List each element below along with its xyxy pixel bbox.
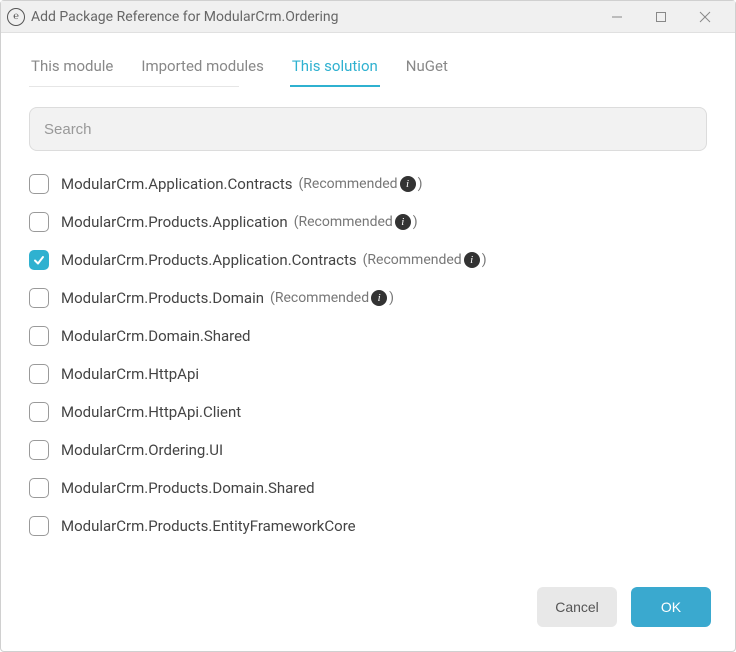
cancel-button[interactable]: Cancel [537, 587, 617, 627]
search-container [1, 87, 735, 165]
package-row[interactable]: ModularCrm.Products.EntityFrameworkCore [29, 507, 703, 545]
checkmark-icon [33, 254, 45, 266]
tab-nuget[interactable]: NuGet [404, 51, 450, 87]
package-checkbox[interactable] [29, 478, 49, 498]
maximize-button[interactable] [639, 3, 683, 31]
package-row[interactable]: ModularCrm.Ordering.UI [29, 431, 703, 469]
search-input[interactable] [29, 107, 707, 151]
close-button[interactable] [683, 3, 727, 31]
package-list-container: ModularCrm.Application.Contracts (Recomme… [29, 165, 715, 569]
package-checkbox[interactable] [29, 288, 49, 308]
package-row[interactable]: ModularCrm.Application.Contracts (Recomme… [29, 165, 703, 203]
package-name: ModularCrm.HttpApi [61, 365, 199, 383]
info-icon[interactable]: i [395, 214, 411, 230]
recommended-badge: (Recommended i) [298, 176, 422, 192]
package-checkbox[interactable] [29, 402, 49, 422]
minimize-button[interactable] [595, 3, 639, 31]
package-name: ModularCrm.Products.Application.Contract… [61, 251, 357, 269]
package-checkbox[interactable] [29, 212, 49, 232]
package-list[interactable]: ModularCrm.Application.Contracts (Recomme… [29, 165, 715, 569]
package-checkbox[interactable] [29, 326, 49, 346]
package-name: ModularCrm.Ordering.UI [61, 441, 223, 459]
info-icon[interactable]: i [400, 176, 416, 192]
dialog-footer: Cancel OK [1, 569, 735, 651]
package-checkbox[interactable] [29, 364, 49, 384]
recommended-badge: (Recommended i) [270, 290, 394, 306]
package-name: ModularCrm.Products.Application [61, 213, 288, 231]
maximize-icon [655, 11, 667, 23]
recommended-badge: (Recommended i) [363, 252, 487, 268]
recommended-badge: (Recommended i) [294, 214, 418, 230]
package-name: ModularCrm.Products.EntityFrameworkCore [61, 517, 356, 535]
package-checkbox[interactable] [29, 174, 49, 194]
info-icon[interactable]: i [464, 252, 480, 268]
minimize-icon [611, 11, 623, 23]
tab-imported-modules[interactable]: Imported modules [139, 51, 265, 87]
package-row[interactable]: ModularCrm.Domain.Shared [29, 317, 703, 355]
package-row[interactable]: ModularCrm.Products.Domain.Shared [29, 469, 703, 507]
package-name: ModularCrm.Domain.Shared [61, 327, 251, 345]
package-checkbox[interactable] [29, 250, 49, 270]
package-row[interactable]: ModularCrm.Products.Application (Recommen… [29, 203, 703, 241]
package-row[interactable]: ModularCrm.Products.Domain (Recommended i… [29, 279, 703, 317]
package-name: ModularCrm.Products.Domain.Shared [61, 479, 315, 497]
ok-button[interactable]: OK [631, 587, 711, 627]
package-row[interactable]: ModularCrm.Products.Application.Contract… [29, 241, 703, 279]
package-name: ModularCrm.Application.Contracts [61, 175, 292, 193]
app-icon: ℮ [7, 8, 25, 26]
window-title: Add Package Reference for ModularCrm.Ord… [31, 9, 595, 25]
title-bar: ℮ Add Package Reference for ModularCrm.O… [1, 1, 735, 33]
info-icon[interactable]: i [371, 290, 387, 306]
package-name: ModularCrm.Products.Domain [61, 289, 264, 307]
tab-bar: This module Imported modules This solution… [1, 33, 735, 87]
package-name: ModularCrm.HttpApi.Client [61, 403, 241, 421]
package-checkbox[interactable] [29, 440, 49, 460]
package-row[interactable]: ModularCrm.HttpApi.Client [29, 393, 703, 431]
package-checkbox[interactable] [29, 516, 49, 536]
tab-this-solution[interactable]: This solution [290, 51, 380, 87]
close-icon [699, 11, 711, 23]
tab-this-module[interactable]: This module [29, 51, 115, 87]
package-row[interactable]: ModularCrm.HttpApi [29, 355, 703, 393]
